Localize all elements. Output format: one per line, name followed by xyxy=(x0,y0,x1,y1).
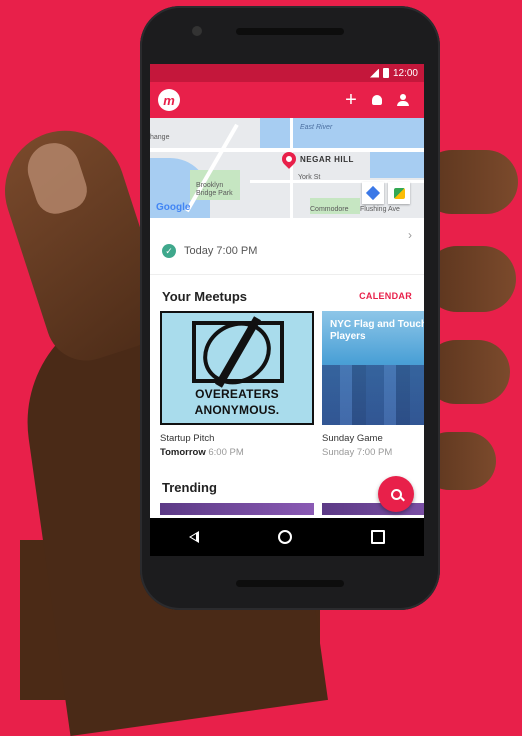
battery-icon xyxy=(382,68,389,78)
earpiece-speaker xyxy=(236,28,344,35)
overeaters-anonymous-image: OVEREATERS ANONYMOUS. xyxy=(160,311,314,425)
map-label: York St xyxy=(298,174,321,181)
search-icon xyxy=(390,488,402,500)
meetup-day: Tomorrow xyxy=(160,447,206,458)
meetup-cards: OVEREATERS ANONYMOUS. Startup Pitch Tomo… xyxy=(150,311,424,458)
open-maps-button[interactable] xyxy=(388,182,410,204)
directions-button[interactable] xyxy=(362,182,384,204)
google-maps-icon xyxy=(393,187,405,199)
phone-screen: 12:00 m + East River Brooklyn Bridge Par… xyxy=(150,64,424,556)
recent-apps-icon[interactable] xyxy=(370,530,385,544)
map-water xyxy=(370,138,424,178)
status-time: 12:00 xyxy=(392,67,418,79)
android-nav-bar xyxy=(150,518,424,556)
image-title: NYC Flag and Touch Football Players xyxy=(330,319,424,342)
person-icon xyxy=(397,94,409,106)
google-logo: Google xyxy=(156,202,191,213)
map-road xyxy=(290,118,293,218)
check-circle-icon: ✓ xyxy=(162,244,176,258)
map-pin-label: NEGAR HILL xyxy=(300,155,354,164)
thumb-nail xyxy=(21,136,93,219)
search-button[interactable] xyxy=(378,476,414,512)
meetup-time: Sunday 7:00 PM xyxy=(322,447,393,458)
front-camera xyxy=(192,26,202,36)
meetup-card[interactable]: OVEREATERS ANONYMOUS. Startup Pitch Tomo… xyxy=(160,311,314,458)
notifications-button[interactable] xyxy=(364,87,390,113)
location-pin-icon[interactable] xyxy=(279,149,299,169)
section-title: Your Meetups xyxy=(162,288,247,304)
directions-icon xyxy=(365,185,381,201)
back-icon[interactable] xyxy=(189,531,200,543)
image-text: ANONYMOUS. xyxy=(194,403,280,417)
meetup-time: Tomorrow 6:00 PM xyxy=(160,447,314,458)
home-icon[interactable] xyxy=(277,530,292,544)
map-label: hange xyxy=(150,134,170,141)
meetup-name: Sunday Game xyxy=(322,433,383,444)
bottom-speaker xyxy=(236,580,344,587)
signal-icon xyxy=(369,68,379,78)
add-button[interactable]: + xyxy=(338,87,364,113)
map[interactable]: East River Brooklyn Bridge Park York St … xyxy=(150,118,424,218)
image-text: OVEREATERS xyxy=(195,387,279,401)
phone: 12:00 m + East River Brooklyn Bridge Par… xyxy=(140,6,440,610)
trending-card[interactable] xyxy=(160,503,314,515)
meetup-card[interactable]: NYC Flag and Touch Football Players Sund… xyxy=(322,311,424,458)
bell-icon xyxy=(372,95,382,105)
map-label: East River xyxy=(300,124,333,131)
meetup-hour: 6:00 PM xyxy=(205,447,244,458)
chevron-right-icon: › xyxy=(408,228,412,242)
status-bar: 12:00 xyxy=(150,64,424,82)
map-label: Brooklyn Bridge Park xyxy=(196,182,233,197)
profile-button[interactable] xyxy=(390,87,416,113)
event-time: Today 7:00 PM xyxy=(184,245,258,257)
upcoming-event-row[interactable]: › ✓ Today 7:00 PM xyxy=(150,218,424,275)
map-label: Flushing Ave xyxy=(360,206,400,213)
meetup-logo-icon[interactable]: m xyxy=(158,89,180,111)
meetup-name: Startup Pitch xyxy=(160,433,215,444)
football-players-image: NYC Flag and Touch Football Players xyxy=(322,311,424,425)
your-meetups-header: Your Meetups CALENDAR xyxy=(150,281,424,311)
app-bar: m + xyxy=(150,82,424,118)
map-label: Commodore xyxy=(310,206,349,213)
calendar-link[interactable]: CALENDAR xyxy=(359,291,412,301)
